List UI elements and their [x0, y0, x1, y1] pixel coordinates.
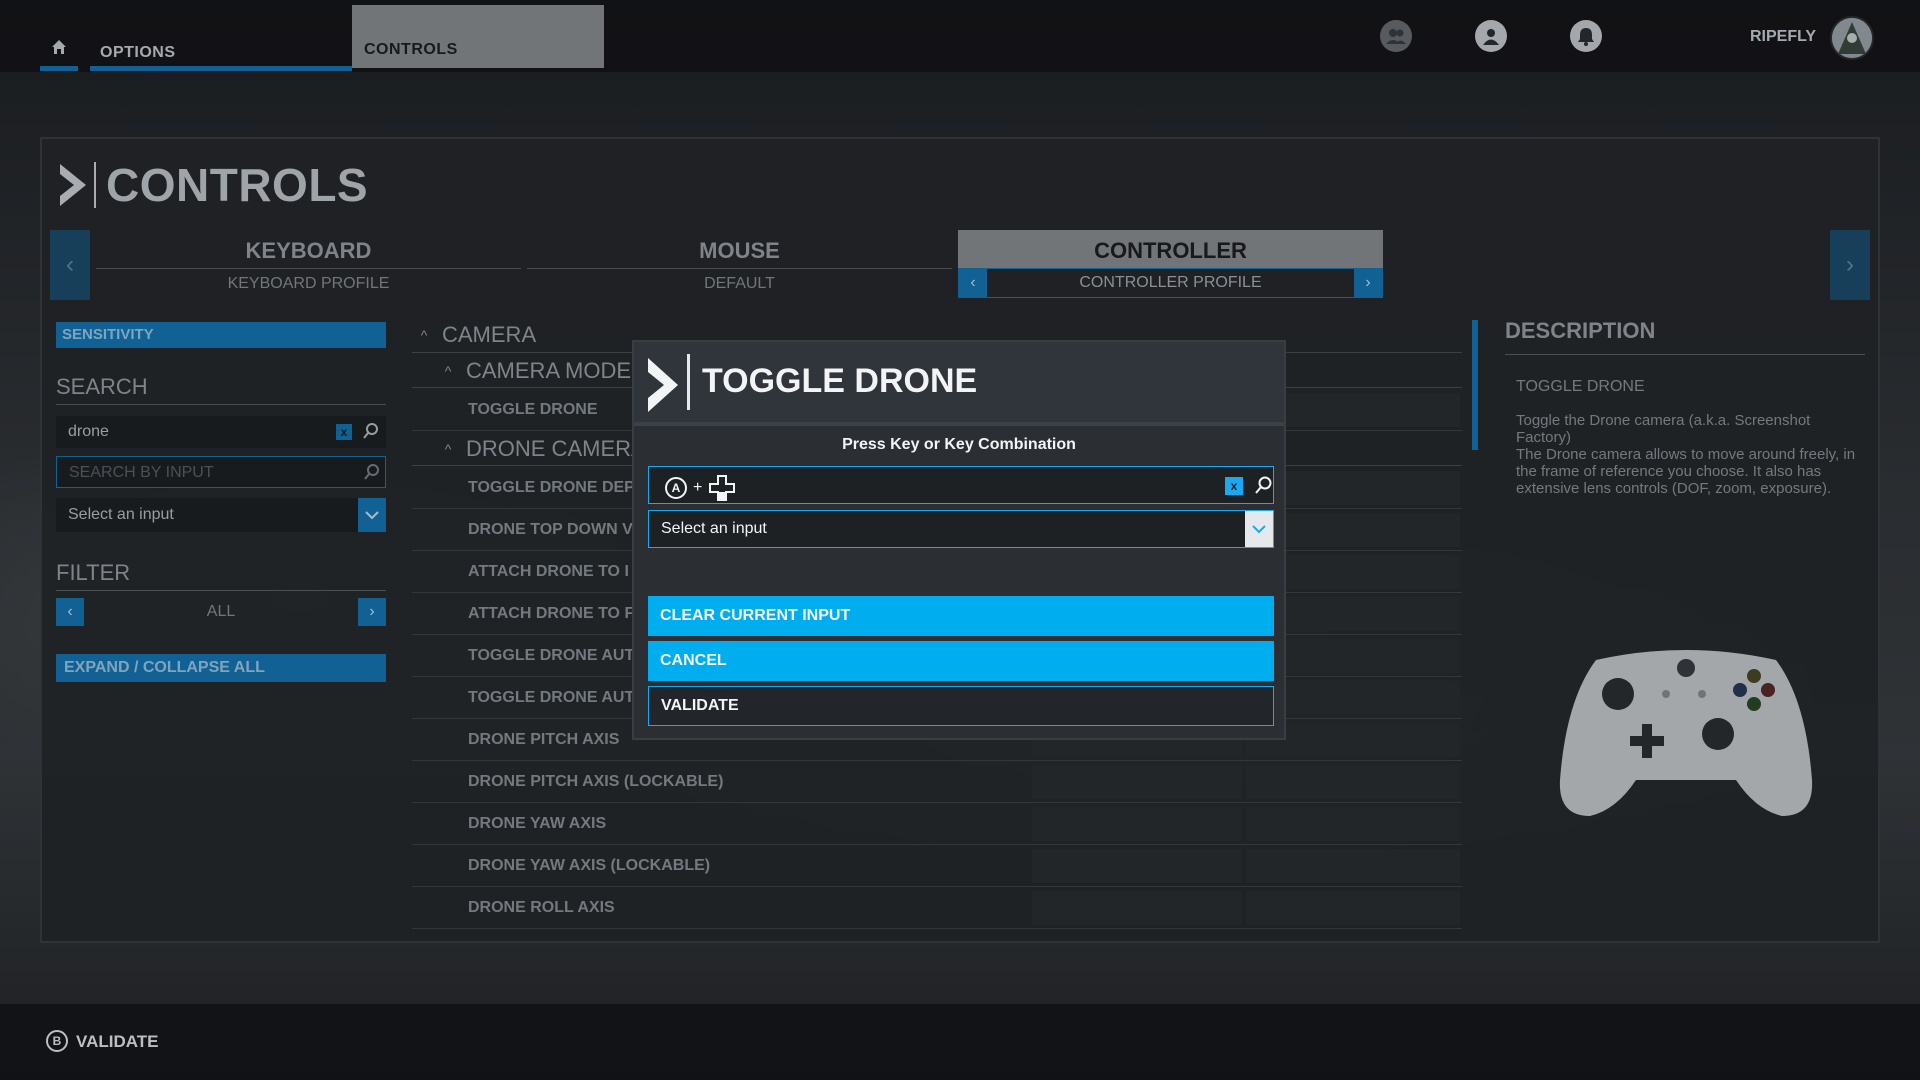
combo-plus: +: [693, 479, 703, 496]
dropdown-button[interactable]: [1245, 511, 1273, 547]
chevron-right-icon: [648, 358, 678, 412]
dialog-select-value: Select an input: [661, 520, 767, 537]
a-button-icon: A: [665, 477, 687, 499]
dialog-prompt: Press Key or Key Combination: [842, 436, 1076, 453]
clear-current-input-button[interactable]: CLEAR CURRENT INPUT: [648, 596, 1274, 636]
dpad-icon: [709, 475, 736, 501]
cancel-button[interactable]: CANCEL: [648, 641, 1274, 681]
dialog-select-input[interactable]: Select an input: [648, 510, 1274, 548]
key-combination: A +: [665, 474, 736, 502]
validate-button[interactable]: VALIDATE: [648, 686, 1274, 726]
dialog-title: TOGGLE DRONE: [702, 362, 978, 400]
key-combination-field[interactable]: A + x: [648, 466, 1274, 504]
binding-dialog: TOGGLE DRONE Press Key or Key Combinatio…: [632, 340, 1286, 740]
clear-combination-button[interactable]: x: [1225, 477, 1243, 495]
dialog-header: TOGGLE DRONE: [634, 342, 1284, 426]
search-icon[interactable]: [1253, 475, 1273, 495]
chevron-down-icon: [1252, 525, 1266, 534]
